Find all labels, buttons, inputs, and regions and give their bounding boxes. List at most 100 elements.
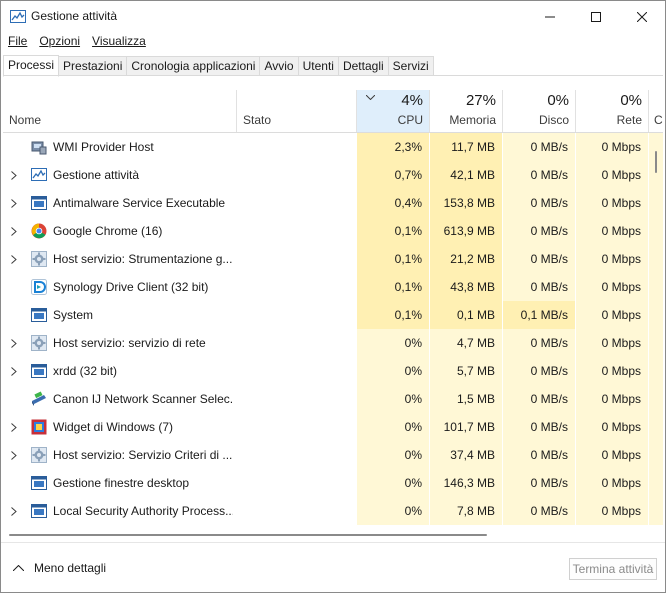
tab-performance[interactable]: Prestazioni	[59, 56, 128, 76]
process-name: Antimalware Service Executable	[53, 196, 226, 210]
table-row[interactable]: Host servizio: Strumentazione g... 0,1% 21…	[3, 245, 663, 273]
column-header-disk[interactable]: 0% Disco	[503, 76, 575, 132]
process-more	[649, 273, 663, 301]
process-network: 0 Mbps	[576, 469, 648, 497]
table-row[interactable]: Local Security Authority Process... 0% 7,8…	[3, 497, 663, 525]
process-network: 0 Mbps	[576, 357, 648, 385]
process-status	[237, 329, 356, 357]
expand-chevron-icon[interactable]	[11, 367, 17, 376]
process-network: 0 Mbps	[576, 133, 648, 161]
process-name: WMI Provider Host	[53, 140, 154, 154]
table-row[interactable]: Gestione attività 0,7% 42,1 MB 0 MB/s 0 Mbps	[3, 161, 663, 189]
service-window-icon	[31, 364, 47, 378]
process-disk: 0 MB/s	[503, 413, 575, 441]
tab-processes[interactable]: Processi	[3, 55, 60, 77]
task-manager-window: Gestione attività File Opzioni Visualizz…	[0, 0, 666, 593]
process-disk: 0 MB/s	[503, 217, 575, 245]
tab-services[interactable]: Servizi	[388, 56, 434, 76]
process-memory: 43,8 MB	[430, 273, 502, 301]
maximize-icon	[591, 12, 601, 22]
process-memory: 37,4 MB	[430, 441, 502, 469]
column-header-more[interactable]: Co	[649, 76, 663, 132]
table-row[interactable]: WMI Provider Host 2,3% 11,7 MB 0 MB/s 0 Mbps	[3, 133, 663, 161]
process-more	[649, 245, 663, 273]
gear-icon	[31, 251, 47, 267]
process-name: Host servizio: Servizio Criteri di ...	[53, 448, 233, 462]
maximize-button[interactable]	[573, 1, 619, 33]
table-row[interactable]: Host servizio: Servizio Criteri di ... 0%…	[3, 441, 663, 469]
process-disk: 0 MB/s	[503, 189, 575, 217]
minimize-button[interactable]	[527, 1, 573, 33]
table-row[interactable]: Canon IJ Network Scanner Selec... 0% 1,5 M…	[3, 385, 663, 413]
process-memory: 4,7 MB	[430, 329, 502, 357]
process-memory: 21,2 MB	[430, 245, 502, 273]
process-disk: 0,1 MB/s	[503, 301, 575, 329]
column-header-status[interactable]: Stato	[237, 76, 356, 132]
column-memory-label: Memoria	[449, 113, 496, 127]
column-more-label: Co	[654, 113, 663, 127]
expand-chevron-icon[interactable]	[11, 423, 17, 432]
column-status-label: Stato	[243, 113, 272, 127]
title-bar[interactable]: Gestione attività	[1, 1, 665, 33]
process-cpu: 0,1%	[357, 217, 429, 245]
close-button[interactable]	[619, 1, 665, 33]
table-row[interactable]: Gestione finestre desktop 0% 146,3 MB 0 MB/…	[3, 469, 663, 497]
column-header-name[interactable]: Nome	[3, 76, 236, 132]
expand-chevron-icon[interactable]	[11, 255, 17, 264]
expand-chevron-icon[interactable]	[11, 227, 17, 236]
expand-chevron-icon[interactable]	[11, 339, 17, 348]
tab-startup[interactable]: Avvio	[260, 56, 299, 76]
table-header: Nome Stato 4% CPU 27% Memoria 0% Disco 0…	[3, 76, 663, 133]
menu-file-label: File	[8, 34, 28, 48]
process-more	[649, 357, 663, 385]
tab-users[interactable]: Utenti	[298, 56, 339, 76]
menu-view[interactable]: Visualizza	[88, 33, 150, 52]
process-cpu: 0,1%	[357, 301, 429, 329]
end-task-button[interactable]: Termina attività	[569, 558, 657, 580]
process-memory: 5,7 MB	[430, 357, 502, 385]
table-row[interactable]: Widget di Windows (7) 0% 101,7 MB 0 MB/s 0 M…	[3, 413, 663, 441]
task-manager-icon	[31, 168, 47, 181]
process-status	[237, 133, 356, 161]
process-network: 0 Mbps	[576, 329, 648, 357]
process-disk: 0 MB/s	[503, 329, 575, 357]
process-more	[649, 497, 663, 525]
expand-chevron-icon[interactable]	[11, 199, 17, 208]
process-status	[237, 189, 356, 217]
table-row[interactable]: Antimalware Service Executable 0,4% 153,8 …	[3, 189, 663, 217]
process-disk: 0 MB/s	[503, 273, 575, 301]
process-memory: 101,7 MB	[430, 413, 502, 441]
expand-chevron-icon[interactable]	[11, 507, 17, 516]
column-header-memory[interactable]: 27% Memoria	[430, 76, 502, 132]
less-details-button[interactable]: Meno dettagli	[13, 561, 106, 575]
process-name: Gestione finestre desktop	[53, 476, 190, 490]
tab-details[interactable]: Dettagli	[338, 56, 389, 76]
process-cpu: 0%	[357, 329, 429, 357]
process-list[interactable]: WMI Provider Host 2,3% 11,7 MB 0 MB/s 0 Mbps…	[3, 133, 663, 526]
expand-chevron-icon[interactable]	[11, 451, 17, 460]
process-cpu: 0%	[357, 385, 429, 413]
footer: Meno dettagli Termina attività	[1, 542, 665, 592]
chevron-up-icon	[13, 565, 24, 571]
column-header-network[interactable]: 0% Rete	[576, 76, 648, 132]
column-header-cpu[interactable]: 4% CPU	[357, 90, 429, 132]
disk-total-percent: 0%	[547, 92, 569, 109]
process-name: Google Chrome (16)	[53, 224, 163, 238]
process-network: 0 Mbps	[576, 217, 648, 245]
process-status	[237, 497, 356, 525]
tab-app-history[interactable]: Cronologia applicazioni	[127, 56, 261, 76]
horizontal-scrollbar-thumb[interactable]	[9, 534, 487, 536]
menu-file[interactable]: File	[4, 33, 31, 52]
process-disk: 0 MB/s	[503, 469, 575, 497]
table-row[interactable]: System 0,1% 0,1 MB 0,1 MB/s 0 Mbps	[3, 301, 663, 329]
table-row[interactable]: Google Chrome (16) 0,1% 613,9 MB 0 MB/s 0 Mb…	[3, 217, 663, 245]
expand-chevron-icon[interactable]	[11, 171, 17, 180]
horizontal-scrollbar[interactable]	[3, 526, 663, 542]
table-row[interactable]: Synology Drive Client (32 bit) 0,1% 43,8 M…	[3, 273, 663, 301]
menu-options[interactable]: Opzioni	[35, 33, 84, 52]
process-more	[649, 413, 663, 441]
vertical-scrollbar-thumb[interactable]	[655, 151, 657, 173]
scanner-icon	[32, 391, 46, 406]
table-row[interactable]: Host servizio: servizio di rete 0% 4,7 MB 0…	[3, 329, 663, 357]
table-row[interactable]: xrdd (32 bit) 0% 5,7 MB 0 MB/s 0 Mbps	[3, 357, 663, 385]
